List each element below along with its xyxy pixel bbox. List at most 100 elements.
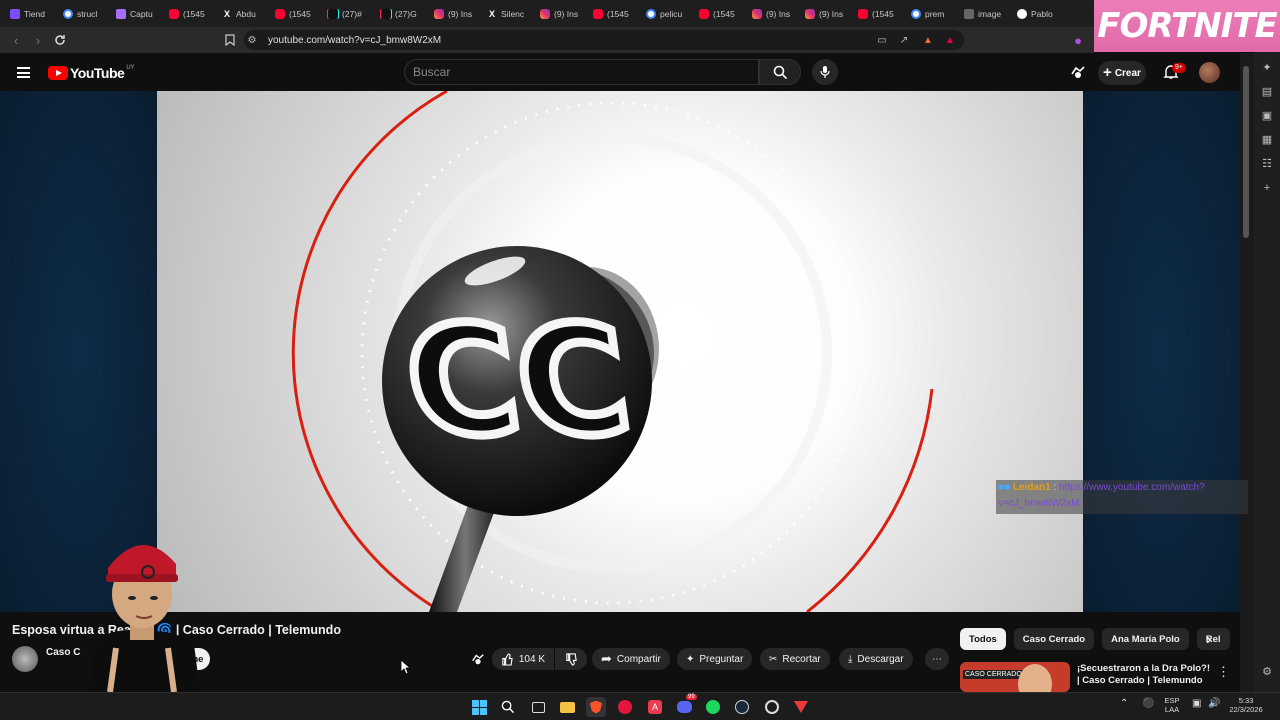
google-icon: [911, 8, 921, 19]
filter-chip[interactable]: Caso Cerrado: [1013, 628, 1095, 650]
leo-ai-icon[interactable]: ✦: [1259, 60, 1275, 76]
add-panel-icon[interactable]: +: [1259, 180, 1275, 196]
cast-icon[interactable]: [1070, 64, 1086, 80]
browser-tab[interactable]: (9) Ins: [536, 3, 589, 25]
reading-list-icon[interactable]: ▤: [1259, 84, 1275, 100]
browser-tab[interactable]: (27)#: [324, 3, 377, 25]
dislike-button[interactable]: [555, 648, 587, 670]
browser-tab[interactable]: Pablo: [1013, 3, 1066, 25]
browser-tab[interactable]: (1545: [271, 3, 324, 25]
wallet-icon[interactable]: ▣: [1259, 108, 1275, 124]
player-backdrop-right: [1083, 91, 1240, 612]
search-button[interactable]: [759, 59, 801, 85]
install-icon[interactable]: ▭: [874, 32, 890, 48]
chat-username: Leidan1: [1012, 482, 1051, 493]
browser-tab[interactable]: (1545: [695, 3, 748, 25]
remix-button[interactable]: [466, 648, 490, 670]
search-icon[interactable]: [498, 697, 518, 717]
scrollbar-thumb[interactable]: [1243, 66, 1249, 238]
country-code: UY: [126, 65, 135, 71]
spotify-icon[interactable]: [703, 697, 723, 717]
download-button[interactable]: ⤓ Descargar: [839, 648, 913, 670]
related-video-thumbnail[interactable]: CASO CERRADO: [960, 662, 1070, 692]
related-more-icon[interactable]: ⋮: [1217, 664, 1230, 680]
like-button[interactable]: 104 K: [492, 648, 554, 670]
browser-tab[interactable]: X Silenc: [483, 3, 536, 25]
capture-icon: [116, 8, 126, 19]
x-icon: X: [223, 8, 230, 19]
fortnite-banner[interactable]: FORTNITE: [1094, 0, 1280, 52]
like-count: 104 K: [518, 653, 545, 665]
media-player-icon[interactable]: [615, 697, 635, 717]
share-button[interactable]: ➦ Compartir: [592, 648, 670, 670]
vivaldi-icon[interactable]: [791, 697, 811, 717]
discord-badge: 99: [686, 694, 697, 700]
filter-chip[interactable]: Todos: [960, 628, 1006, 650]
account-avatar[interactable]: [1199, 62, 1220, 83]
video-player[interactable]: CC: [157, 91, 1083, 612]
browser-tab[interactable]: (9) Ins: [430, 3, 483, 25]
bookmarks-icon[interactable]: ▦: [1259, 132, 1275, 148]
ask-button[interactable]: ✦ Preguntar: [677, 648, 753, 670]
discord-icon[interactable]: [674, 697, 694, 717]
mic-tray-icon[interactable]: ⚫: [1142, 699, 1154, 709]
file-explorer-icon[interactable]: [557, 697, 577, 717]
steam-icon[interactable]: [732, 697, 752, 717]
sidebar-settings-icon[interactable]: ⚙: [1259, 664, 1275, 680]
site-info-icon[interactable]: ⚙: [244, 32, 260, 48]
back-icon[interactable]: ‹: [6, 30, 26, 50]
browser-tab[interactable]: (9) Ins: [748, 3, 801, 25]
chrome-icon[interactable]: [762, 697, 782, 717]
browser-tab[interactable]: (1545: [589, 3, 642, 25]
extension-icon[interactable]: ●: [1068, 30, 1088, 50]
channel-avatar[interactable]: [12, 646, 38, 672]
volume-icon[interactable]: 🔊: [1208, 699, 1220, 709]
more-actions-button[interactable]: ⋯: [925, 648, 949, 670]
google-icon: [63, 8, 73, 19]
display-icon[interactable]: ▣: [1192, 699, 1201, 709]
browser-tab[interactable]: strucl: [59, 3, 112, 25]
bookmark-icon[interactable]: [220, 30, 240, 50]
voice-search-button[interactable]: [812, 59, 838, 85]
tiktok-icon: [328, 8, 338, 19]
clock[interactable]: 5:33 22/3/2026: [1226, 696, 1266, 714]
browser-tab[interactable]: image: [960, 3, 1013, 25]
reload-icon[interactable]: [50, 30, 70, 50]
forward-icon[interactable]: ›: [28, 30, 48, 50]
search-input[interactable]: Buscar: [404, 59, 759, 85]
brave-shield-icon[interactable]: ▲: [920, 32, 936, 48]
browser-tab[interactable]: pelicu: [642, 3, 695, 25]
url-text[interactable]: youtube.com/watch?v=cJ_bmw8W2xM: [268, 35, 441, 46]
create-button[interactable]: + Crear: [1098, 61, 1146, 85]
brave-browser-icon[interactable]: [586, 697, 606, 717]
tab-title: Silenc: [501, 8, 525, 19]
screen: { "browser": { "tabs": [ {"icon":"obsidi…: [0, 0, 1280, 720]
menu-icon[interactable]: [17, 67, 30, 78]
task-view-icon[interactable]: [528, 697, 548, 717]
address-bar[interactable]: ⚙ youtube.com/watch?v=cJ_bmw8W2xM ▭ ↗ ▲ …: [244, 30, 964, 50]
tab-title: (27)#: [342, 8, 362, 19]
filter-chip[interactable]: Rel: [1196, 628, 1230, 650]
filter-chip[interactable]: Ana María Polo: [1102, 628, 1189, 650]
chips-next-icon[interactable]: ›: [1206, 631, 1211, 649]
share-icon[interactable]: ↗: [896, 32, 912, 48]
youtube-logo[interactable]: YouTube UY: [48, 65, 135, 81]
language-indicator[interactable]: ESP LAA: [1160, 696, 1184, 714]
channel-name[interactable]: Caso C: [46, 647, 80, 658]
brave-rewards-icon[interactable]: ▲: [942, 32, 958, 48]
browser-tab[interactable]: (1545: [165, 3, 218, 25]
tray-overflow-icon[interactable]: ⌃: [1120, 699, 1128, 709]
browser-tab[interactable]: (9) Ins: [801, 3, 854, 25]
browser-tab[interactable]: Captu: [112, 3, 165, 25]
browser-tab[interactable]: prem: [907, 3, 960, 25]
adobe-icon[interactable]: A: [645, 697, 665, 717]
start-icon[interactable]: [469, 697, 489, 717]
related-video-title[interactable]: ¡Secuestraron a la Dra Polo?! | Caso Cer…: [1077, 663, 1212, 687]
history-icon[interactable]: ☷: [1259, 156, 1275, 172]
browser-tab[interactable]: X Abdu: [218, 3, 271, 25]
browser-tab[interactable]: (27)G: [377, 3, 430, 25]
clip-button[interactable]: ✂ Recortar: [760, 648, 830, 670]
browser-tab[interactable]: (1545: [854, 3, 907, 25]
browser-tab[interactable]: Tiend: [6, 3, 59, 25]
youtube-icon: [169, 8, 179, 19]
